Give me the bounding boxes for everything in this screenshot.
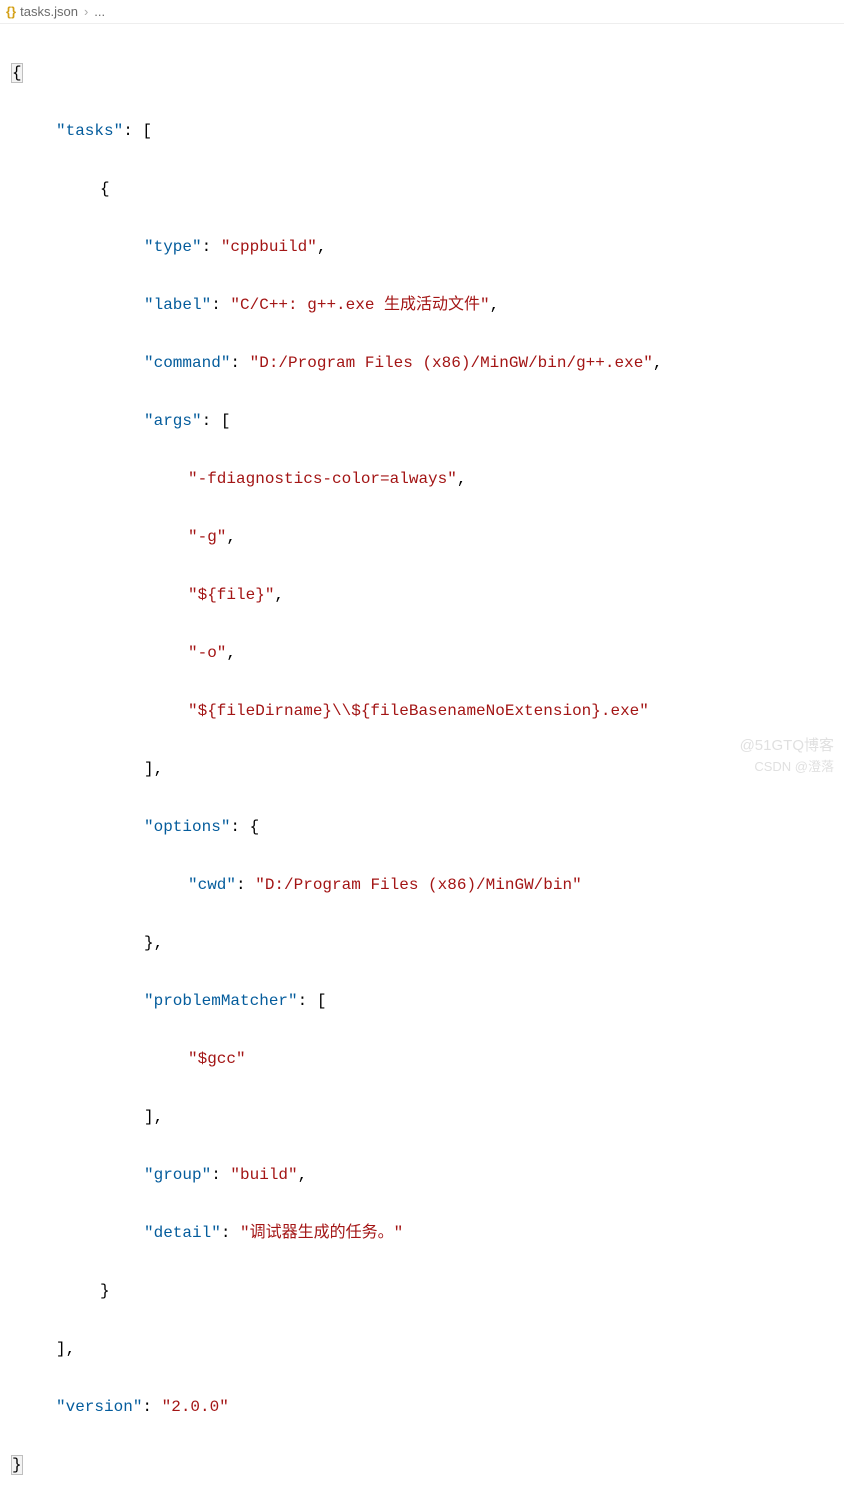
open-brace: { xyxy=(12,64,22,82)
watermark: CSDN @澄落 xyxy=(754,756,834,775)
json-string: "-g" xyxy=(188,528,226,546)
json-string: "$gcc" xyxy=(188,1050,246,1068)
json-string: "${fileDirname}\\${fileBasenameNoExtensi… xyxy=(188,702,649,720)
breadcrumb-filename[interactable]: tasks.json xyxy=(20,4,78,19)
code-editor[interactable]: { "tasks": [ { "type": "cppbuild", "labe… xyxy=(0,24,844,1509)
breadcrumb-rest[interactable]: ... xyxy=(94,4,105,19)
json-string: "C/C++: g++.exe 生成活动文件" xyxy=(230,296,489,314)
json-string: "D:/Program Files (x86)/MinGW/bin/g++.ex… xyxy=(250,354,653,372)
json-string: "cppbuild" xyxy=(221,238,317,256)
json-string: "build" xyxy=(230,1166,297,1184)
json-string: "-o" xyxy=(188,644,226,662)
json-key: "cwd" xyxy=(188,876,236,894)
json-key: "tasks" xyxy=(56,122,123,140)
json-key: "group" xyxy=(144,1166,211,1184)
json-string: "${file}" xyxy=(188,586,274,604)
json-key: "version" xyxy=(56,1398,142,1416)
json-string: "-fdiagnostics-color=always" xyxy=(188,470,457,488)
json-key: "options" xyxy=(144,818,230,836)
json-string: "2.0.0" xyxy=(162,1398,229,1416)
json-key: "problemMatcher" xyxy=(144,992,298,1010)
json-string: "D:/Program Files (x86)/MinGW/bin" xyxy=(255,876,581,894)
json-key: "label" xyxy=(144,296,211,314)
json-string: "调试器生成的任务。" xyxy=(240,1224,403,1242)
json-braces-icon: {} xyxy=(6,4,16,19)
json-key: "type" xyxy=(144,238,202,256)
json-key: "args" xyxy=(144,412,202,430)
breadcrumb[interactable]: {} tasks.json › ... xyxy=(0,0,844,24)
json-key: "detail" xyxy=(144,1224,221,1242)
watermark: @51GTQ博客 xyxy=(740,734,834,755)
chevron-right-icon: › xyxy=(84,4,88,19)
close-brace: } xyxy=(12,1456,22,1474)
json-key: "command" xyxy=(144,354,230,372)
